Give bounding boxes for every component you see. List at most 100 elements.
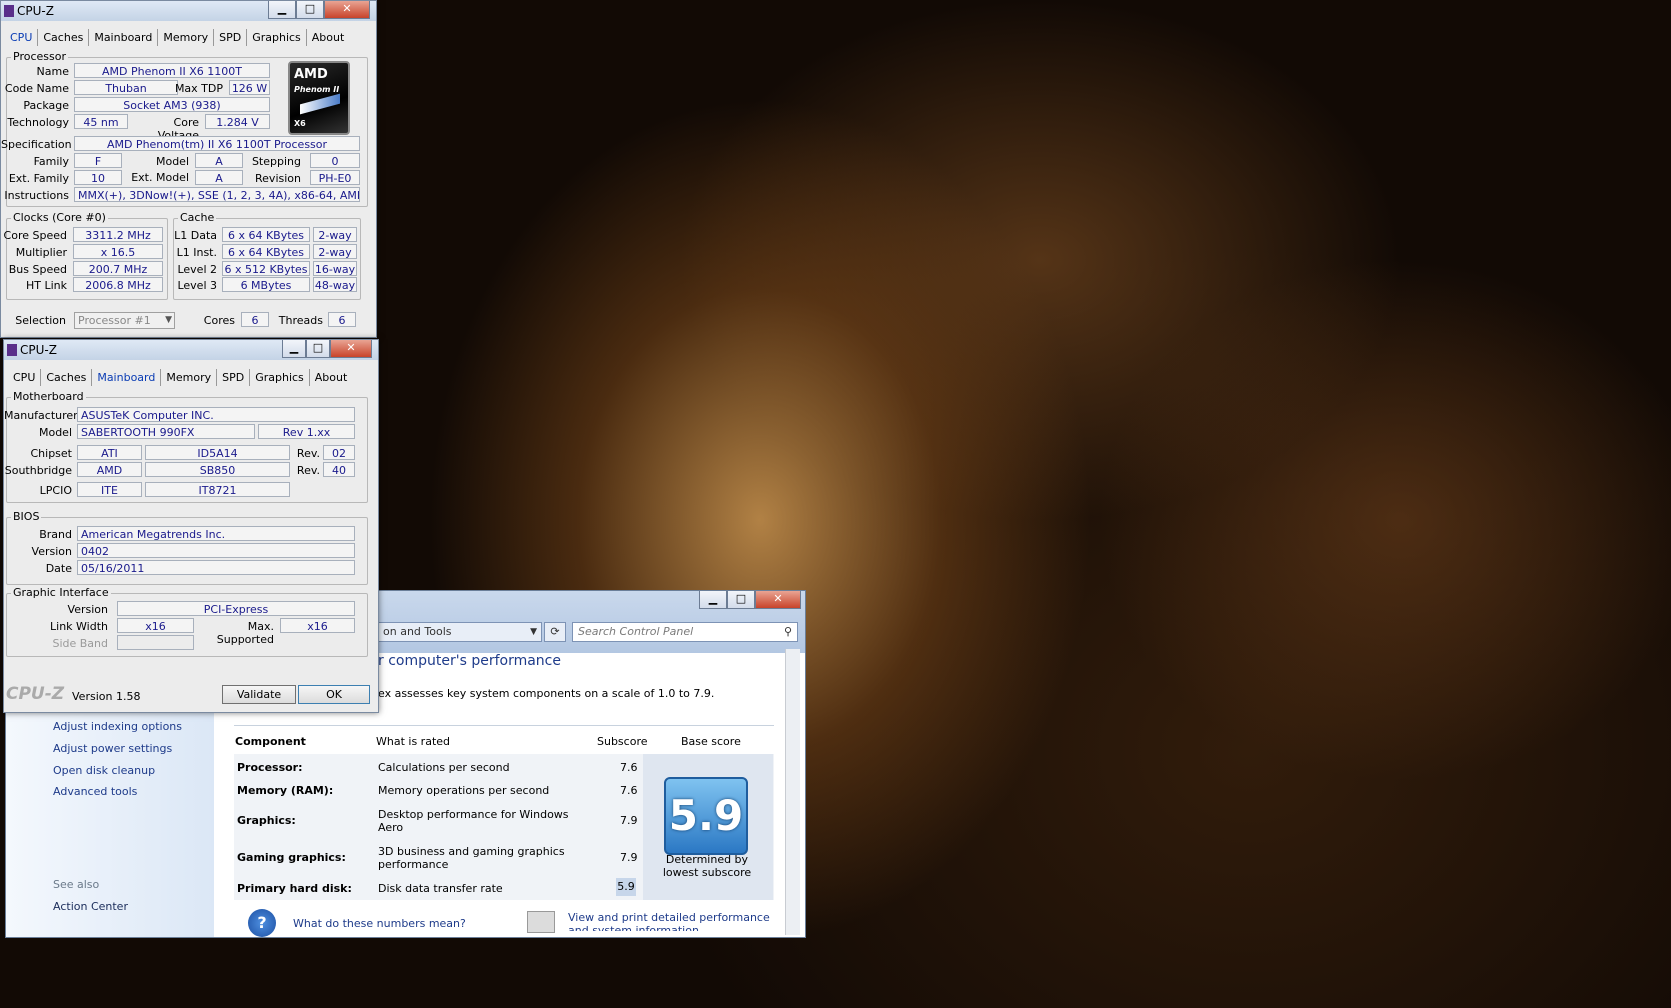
group-label: BIOS (11, 510, 42, 523)
chipset-rev: 02 (323, 445, 355, 460)
table-rule (234, 725, 774, 726)
minimize-button[interactable]: ▁ (268, 1, 296, 19)
maxtdp-value: 126 W (229, 80, 270, 95)
phenom-logo-text: Phenom II (294, 85, 340, 94)
l1i-label: L1 Inst. (176, 246, 217, 259)
cp-minimize-button[interactable]: ▁ (699, 591, 727, 609)
table-row: Graphics: (237, 814, 296, 827)
tab-memory[interactable]: Memory (158, 29, 215, 46)
cp-maximize-button[interactable]: □ (727, 591, 755, 609)
search-input[interactable]: Search Control Panel ⚲ (572, 622, 798, 642)
amd-logo-text: AMD (294, 67, 328, 82)
maxsupported-value: x16 (280, 618, 355, 633)
vertical-scrollbar[interactable] (785, 649, 800, 935)
tab-cpu[interactable]: CPU (5, 29, 39, 46)
chipset-id: ID5A14 (145, 445, 290, 460)
cp-close-button[interactable]: ✕ (755, 591, 801, 609)
processor-select[interactable]: Processor #1 ▼ (74, 312, 175, 329)
tab-caches[interactable]: Caches (38, 29, 90, 46)
multiplier-label: Multiplier (15, 246, 67, 259)
close-button[interactable]: ✕ (324, 1, 370, 19)
link-adjust-indexing[interactable]: Adjust indexing options (53, 720, 182, 733)
extmodel-value: A (195, 170, 243, 185)
refresh-icon[interactable]: ⟳ (544, 622, 566, 642)
chevron-down-icon: ▼ (165, 315, 172, 325)
southbridge-label: Southbridge (4, 464, 72, 477)
corespeed-value: 3311.2 MHz (73, 227, 163, 242)
bios-brand-value: American Megatrends Inc. (77, 526, 355, 541)
tab-graphics[interactable]: Graphics (247, 29, 307, 46)
tab-cpu[interactable]: CPU (8, 369, 42, 386)
package-value: Socket AM3 (938) (74, 97, 270, 112)
maximize-button[interactable]: □ (306, 340, 330, 358)
link-disk-cleanup[interactable]: Open disk cleanup (53, 764, 155, 777)
corespeed-label: Core Speed (3, 229, 67, 242)
tab-spd[interactable]: SPD (214, 29, 248, 46)
threads-label: Threads (278, 314, 323, 327)
window-title: CPU-Z (20, 343, 57, 357)
address-bar[interactable]: on and Tools ▼ (378, 622, 542, 642)
bios-date-label: Date (45, 562, 72, 575)
group-label: Clocks (Core #0) (11, 211, 108, 224)
amd-phenom-logo: AMD Phenom II X6 (288, 61, 350, 135)
l1i-value: 6 x 64 KBytes (222, 244, 310, 259)
stepping-value: 0 (310, 153, 360, 168)
link-adjust-power[interactable]: Adjust power settings (53, 742, 172, 755)
link-view-print-details[interactable]: View and print detailed performance and … (568, 911, 774, 931)
cores-label: Cores (203, 314, 235, 327)
row-rated: Memory operations per second (378, 784, 550, 797)
close-button[interactable]: ✕ (330, 340, 372, 358)
chipset-label: Chipset (30, 447, 72, 460)
row-rated: 3D business and gaming graphics performa… (378, 845, 565, 871)
link-advanced-tools[interactable]: Advanced tools (53, 785, 137, 798)
codename-value: Thuban (74, 80, 178, 95)
gfx-version-value: PCI-Express (117, 601, 355, 616)
page-description: ex assesses key system components on a s… (378, 687, 715, 700)
bios-version-label: Version (31, 545, 72, 558)
tab-graphics[interactable]: Graphics (250, 369, 310, 386)
link-action-center[interactable]: Action Center (53, 900, 128, 913)
bios-brand-label: Brand (39, 528, 72, 541)
link-what-numbers-mean[interactable]: What do these numbers mean? (293, 917, 466, 930)
table-row: Primary hard disk: (237, 882, 352, 895)
instructions-label: Instructions (4, 189, 69, 202)
tab-mainboard[interactable]: Mainboard (92, 369, 162, 386)
l1d-way: 2-way (313, 227, 357, 242)
minimize-button[interactable]: ▁ (282, 340, 306, 358)
specification-label: Specification (1, 138, 72, 151)
specification-value: AMD Phenom(tm) II X6 1100T Processor (74, 136, 360, 151)
tab-about[interactable]: About (307, 29, 350, 46)
row-rated: Calculations per second (378, 761, 510, 774)
package-label: Package (23, 99, 69, 112)
maximize-button[interactable]: □ (296, 1, 324, 19)
multiplier-value: x 16.5 (73, 244, 163, 259)
row-subscore: 7.6 (620, 784, 638, 797)
revision-label: Revision (255, 172, 301, 185)
table-row: Processor: (237, 761, 303, 774)
family-value: F (74, 153, 122, 168)
l2-way: 16-way (313, 261, 357, 276)
lpcio-label: LPCIO (39, 484, 72, 497)
validate-button[interactable]: Validate (222, 685, 296, 704)
extfamily-label: Ext. Family (8, 172, 69, 185)
gfx-version-label: Version (67, 603, 108, 616)
tab-memory[interactable]: Memory (161, 369, 218, 386)
southbridge-vendor: AMD (77, 462, 142, 477)
caption-buttons: ▁ □ ✕ (268, 1, 370, 19)
tab-about[interactable]: About (310, 369, 353, 386)
row-subscore: 7.9 (620, 851, 638, 864)
htlink-value: 2006.8 MHz (73, 277, 163, 292)
busspeed-value: 200.7 MHz (73, 261, 163, 276)
southbridge-rev-label: Rev. (296, 464, 320, 477)
tab-mainboard[interactable]: Mainboard (89, 29, 159, 46)
lpcio-vendor: ITE (77, 482, 142, 497)
address-text: on and Tools (383, 625, 452, 638)
stepping-label: Stepping (251, 155, 301, 168)
ok-button[interactable]: OK (298, 685, 370, 704)
cpuz-brand-logo: CPU-Z (6, 684, 65, 704)
row-subscore-lowest: 5.9 (616, 878, 636, 896)
tab-caches[interactable]: Caches (41, 369, 93, 386)
chevron-down-icon[interactable]: ▼ (530, 623, 537, 641)
table-row: Memory (RAM): (237, 784, 334, 797)
tab-spd[interactable]: SPD (217, 369, 251, 386)
